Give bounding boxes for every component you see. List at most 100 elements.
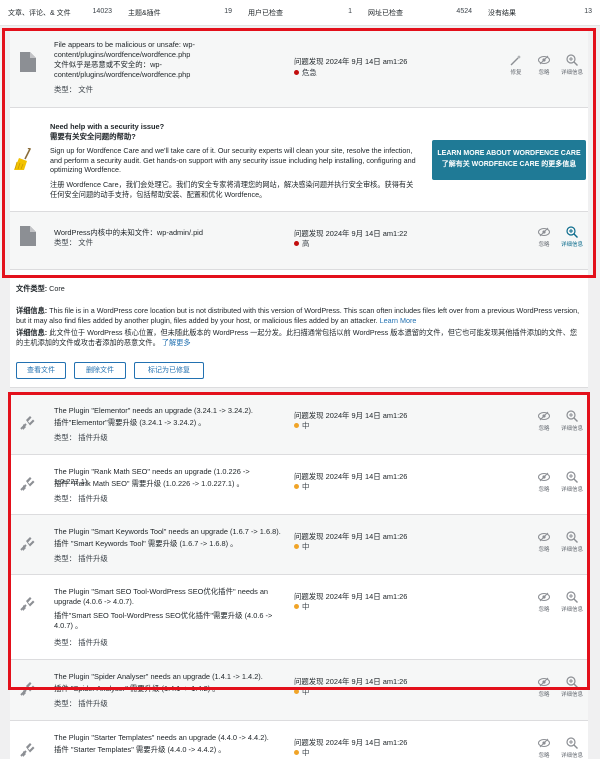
stat-no-results: 没有结果 13 — [488, 7, 592, 17]
ignore-button[interactable]: 忽略 — [532, 737, 556, 759]
eye-slash-icon — [538, 411, 550, 421]
issue-found-date: 问题发现 2024年 9月 14日 am1:22 — [294, 229, 408, 238]
stat-users: 用户已检查 1 — [248, 7, 352, 17]
critical-dot-icon — [294, 70, 299, 75]
file-type-line: 文件类型: Core — [16, 284, 65, 293]
issue-row-malicious-file: File appears to be malicious or unsafe: … — [10, 30, 588, 108]
plugin-title-en: The Plugin "Spider Analyser" needs an up… — [54, 672, 263, 681]
issue-type: 类型： 文件 — [54, 85, 94, 94]
zoom-icon — [566, 676, 578, 688]
zoom-icon — [566, 531, 578, 543]
plugin-icon — [20, 537, 35, 551]
eye-slash-icon — [538, 677, 550, 687]
medium-dot-icon — [294, 484, 299, 489]
scan-stats-bar: 文章、评论、& 文件 14023 主题&插件 19 用户已检查 1 网址已检查 4524… — [0, 0, 600, 26]
care-heading-en: Need help with a security issue? — [50, 122, 165, 131]
severity-badge: 中 — [294, 541, 309, 552]
issue-title-en: File appears to be malicious or unsafe: … — [54, 40, 195, 59]
ignore-button[interactable]: 忽略 — [532, 410, 556, 432]
zoom-icon — [566, 54, 578, 66]
table-row: The Plugin "Smart Keywords Tool" needs a… — [10, 515, 588, 575]
severity-badge: 危急 — [294, 67, 317, 78]
severity-badge: 中 — [294, 481, 309, 492]
zoom-icon — [566, 591, 578, 603]
medium-dot-icon — [294, 750, 299, 755]
delete-file-button[interactable]: 删除文件 — [74, 362, 126, 379]
ignore-button[interactable]: 忽略 — [532, 471, 556, 493]
details-button[interactable]: 详细信息 — [560, 410, 584, 432]
learn-more-link[interactable]: Learn More — [380, 316, 417, 325]
zoom-icon — [566, 471, 578, 483]
ignore-button[interactable]: 忽略 — [532, 531, 556, 553]
file-icon — [20, 226, 36, 246]
issue-type: 类型： 文件 — [54, 238, 94, 247]
table-row: The Plugin "Rank Math SEO" needs an upgr… — [10, 455, 588, 515]
issue-found-date: 问题发现 2024年 9月 14日 am1:26 — [294, 57, 408, 66]
table-row: The Plugin "Starter Templates" needs an … — [10, 721, 588, 759]
repair-button[interactable]: 修复 — [504, 54, 528, 76]
plugin-found-date: 问题发现 2024年 9月 14日 am1:26 — [294, 411, 408, 420]
details-button[interactable]: 详细信息 — [560, 471, 584, 493]
stat-urls: 网址已检查 4524 — [368, 7, 472, 17]
eye-slash-icon — [538, 227, 550, 237]
details-button[interactable]: 详细信息 — [560, 676, 584, 698]
plugin-found-date: 问题发现 2024年 9月 14日 am1:26 — [294, 532, 408, 541]
details-zh: 详细信息: 此文件位于 WordPress 核心位置，但未随此版本的 WordP… — [16, 328, 578, 347]
zoom-icon — [566, 410, 578, 422]
view-file-button[interactable]: 查看文件 — [16, 362, 66, 379]
issue-row-unknown-core-file: WordPress内核中的未知文件：wp-admin/.pid 类型： 文件 问… — [10, 212, 588, 270]
plugin-found-date: 问题发现 2024年 9月 14日 am1:26 — [294, 738, 408, 747]
plugin-title-zh: 插件 "Rank Math SEO" 需要升级 (1.0.226 -> 1.0.… — [54, 479, 244, 488]
high-dot-icon — [294, 241, 299, 246]
eye-slash-icon — [538, 472, 550, 482]
ignore-button[interactable]: 忽略 — [532, 54, 556, 76]
severity-badge: 中 — [294, 686, 309, 697]
plugin-title-zh: 插件 "Starter Templates" 需要升级 (4.4.0 -> 4.… — [54, 745, 226, 754]
plugin-type: 类型： 插件升级 — [54, 554, 108, 563]
details-button[interactable]: 详细信息 — [560, 54, 584, 76]
plugin-title-en: The Plugin "Smart Keywords Tool" needs a… — [54, 527, 281, 536]
eye-slash-icon — [538, 592, 550, 602]
severity-badge: 中 — [294, 420, 309, 431]
care-heading-zh: 需要有关安全问题的帮助? — [50, 132, 136, 141]
stat-themes-plugins: 主题&插件 19 — [128, 7, 232, 17]
plugin-icon — [20, 597, 35, 611]
details-en: 详细信息: This file is in a WordPress core l… — [16, 306, 580, 325]
plugin-found-date: 问题发现 2024年 9月 14日 am1:26 — [294, 592, 408, 601]
severity-badge: 中 — [294, 601, 309, 612]
table-row: The Plugin "Spider Analyser" needs an up… — [10, 660, 588, 721]
learn-more-care-button[interactable]: LEARN MORE ABOUT WORDFENCE CARE 了解有关 WORD… — [432, 140, 586, 180]
plugin-title-zh: 插件"Elementor"需要升级 (3.24.1 -> 3.24.2) 。 — [54, 418, 206, 427]
plugin-icon — [20, 416, 35, 430]
file-icon — [20, 52, 36, 72]
plugin-found-date: 问题发现 2024年 9月 14日 am1:26 — [294, 472, 408, 481]
ignore-button[interactable]: 忽略 — [532, 591, 556, 613]
wand-icon — [510, 55, 521, 66]
details-button[interactable]: 详细信息 — [560, 531, 584, 553]
medium-dot-icon — [294, 604, 299, 609]
plugin-title-zh: 插件"Smart SEO Tool-WordPress SEO优化插件"需要升级… — [54, 611, 273, 630]
plugin-type: 类型： 插件升级 — [54, 699, 108, 708]
details-button[interactable]: 详细信息 — [560, 226, 584, 248]
plugin-type: 类型： 插件升级 — [54, 494, 108, 503]
stat-posts: 文章、评论、& 文件 14023 — [8, 7, 112, 17]
plugin-icon — [20, 477, 35, 491]
plugin-type: 类型： 插件升级 — [54, 433, 108, 442]
broom-icon — [14, 148, 32, 170]
mark-fixed-button[interactable]: 标记为已修复 — [134, 362, 204, 379]
severity-badge: 中 — [294, 747, 309, 758]
issue-title-zh: 文件似乎是恶意或不安全的：wp-content/plugins/wordfenc… — [54, 60, 191, 79]
plugin-title-en: The Plugin "Smart SEO Tool-WordPress SEO… — [54, 587, 269, 606]
plugin-type: 类型： 插件升级 — [54, 638, 108, 647]
care-body-en: Sign up for Wordfence Care and we'll tak… — [50, 146, 416, 174]
learn-more-zh-link[interactable]: 了解更多 — [162, 338, 191, 347]
table-row: The Plugin "Elementor" needs an upgrade … — [10, 394, 588, 455]
zoom-icon — [566, 737, 578, 749]
plugin-icon — [20, 743, 35, 757]
details-button[interactable]: 详细信息 — [560, 591, 584, 613]
ignore-button[interactable]: 忽略 — [532, 676, 556, 698]
ignore-button[interactable]: 忽略 — [532, 226, 556, 248]
plugin-icon — [20, 682, 35, 696]
details-button[interactable]: 详细信息 — [560, 737, 584, 759]
plugin-title-en: The Plugin "Elementor" needs an upgrade … — [54, 406, 253, 415]
